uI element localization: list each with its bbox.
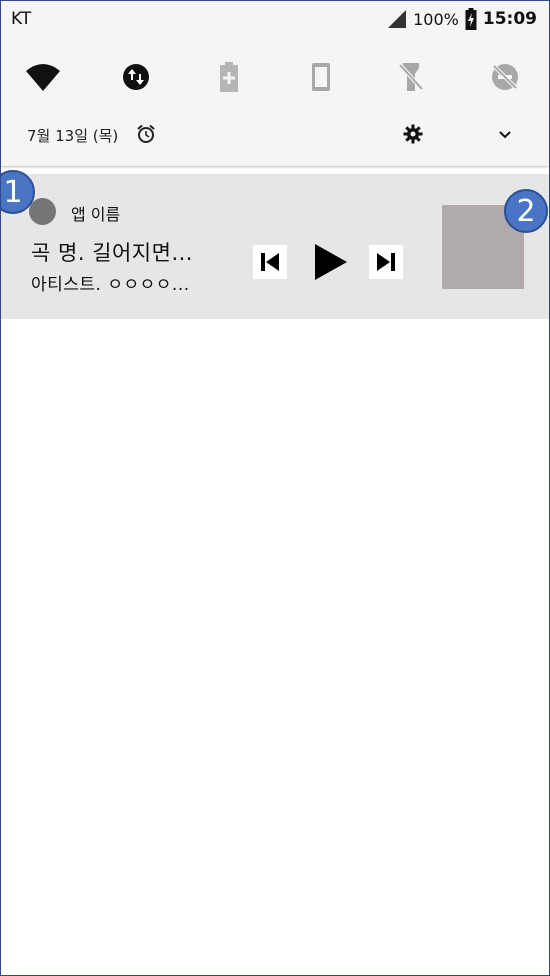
play-icon[interactable] <box>309 240 353 284</box>
next-icon[interactable] <box>369 245 403 279</box>
chevron-down-icon[interactable] <box>495 124 515 148</box>
phone-rotate-icon[interactable] <box>301 57 341 97</box>
app-name: 앱 이름 <box>71 205 121 224</box>
alarm-icon[interactable] <box>136 124 156 148</box>
status-icons: 100% 15:09 <box>387 7 537 31</box>
wifi-icon[interactable] <box>23 57 63 97</box>
flashlight-off-icon[interactable] <box>391 57 431 97</box>
date-label: 7월 13일 (목) <box>27 127 119 145</box>
status-bar: KT 100% 15:09 <box>1 1 549 37</box>
notification-shade: KT 100% 15:09 7월 13일 (목) <box>1 1 549 166</box>
settings-gear-icon[interactable] <box>403 124 423 148</box>
quick-settings-row <box>1 57 549 97</box>
date-row: 7월 13일 (목) <box>1 119 549 151</box>
data-transfer-icon[interactable] <box>116 57 156 97</box>
clock: 15:09 <box>482 9 537 29</box>
annotation-badge-2: 2 <box>504 189 548 233</box>
artist-name: 아티스트. ㅇㅇㅇㅇ... <box>31 275 190 295</box>
previous-icon[interactable] <box>253 245 287 279</box>
carrier-label: KT <box>11 9 32 29</box>
do-not-disturb-off-icon[interactable] <box>485 57 525 97</box>
battery-charging-icon <box>465 8 477 30</box>
media-notification[interactable]: 앱 이름 곡 명. 길어지면... 아티스트. ㅇㅇㅇㅇ... <box>1 174 549 319</box>
battery-saver-icon[interactable] <box>209 57 249 97</box>
cell-signal-icon <box>387 9 407 29</box>
screen: KT 100% 15:09 7월 13일 (목) 앱 이름 곡 명. 길어지면.… <box>0 0 550 976</box>
song-title: 곡 명. 길어지면... <box>31 241 193 265</box>
app-icon <box>29 198 56 225</box>
battery-percent: 100% <box>413 9 459 29</box>
